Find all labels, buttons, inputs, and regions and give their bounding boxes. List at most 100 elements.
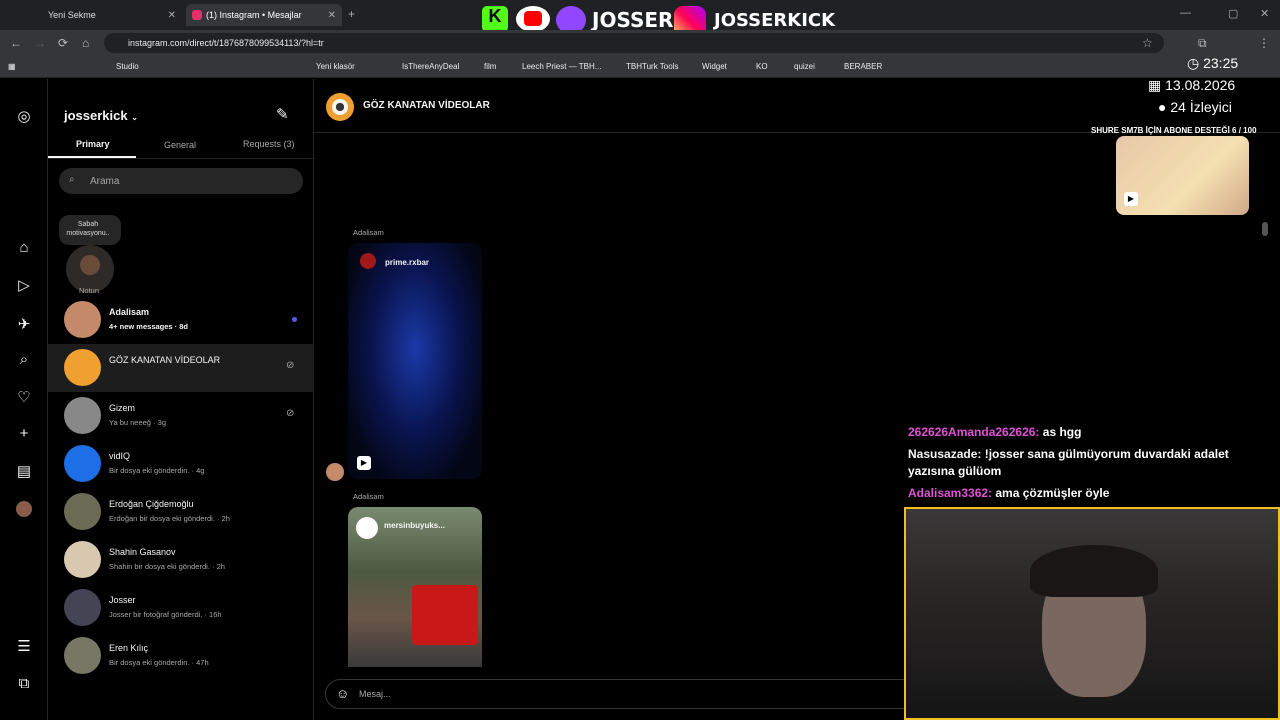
chevron-down-icon: ⌄ [131, 113, 138, 122]
messages-icon[interactable]: ✈ [14, 315, 34, 335]
reel-icon: ▶ [1124, 192, 1138, 206]
account-switcher[interactable]: josserkick ⌄ [64, 108, 138, 123]
tab-instagram[interactable]: (1) Instagram • Mesajlar ✕ [186, 4, 342, 26]
avatar [64, 445, 101, 482]
stream-brand-2: JOSSERKICK [714, 10, 836, 31]
search-input[interactable]: ⌕ Arama [59, 168, 303, 194]
bookmark-folder[interactable]: Yeni klasör [316, 62, 355, 71]
reel-account: prime.rxbar [385, 258, 430, 267]
account-avatar [360, 253, 376, 269]
conversation-row[interactable]: Eren Kılıç Bir dosya eki gönderdin. · 47h [48, 632, 314, 680]
tab-primary[interactable]: Primary [76, 139, 110, 149]
close-window-icon[interactable]: ✕ [1260, 7, 1269, 20]
dashboard-icon[interactable]: ▤ [14, 462, 34, 482]
bookmark-leech[interactable]: Leech Priest — TBH... [522, 62, 601, 71]
streamer-hair [1030, 545, 1158, 597]
threads-icon[interactable]: ⧉ [14, 675, 34, 695]
bookmarks-bar: ▦ Studio Yeni klasör IsThereAnyDeal film… [0, 56, 1280, 78]
message-input[interactable]: ☺ Mesaj... [325, 679, 925, 709]
chat-text: as hgg [1039, 425, 1082, 439]
instagram-logo-icon[interactable]: ◎ [14, 107, 34, 127]
note-text: Sabah motivasyonu.. [66, 221, 110, 237]
viewer-count: ● 24 İzleyici [1158, 99, 1232, 115]
bookmark-ko[interactable]: KO [756, 62, 768, 71]
shared-reel-1[interactable]: prime.rxbar ▶ [348, 243, 482, 479]
home-icon[interactable]: ⌂ [14, 239, 34, 259]
unread-dot [292, 317, 297, 322]
close-icon[interactable]: ✕ [168, 10, 176, 21]
conversation-preview: Shahin bir dosya eki gönderdi. · 2h [109, 562, 225, 571]
more-icon[interactable]: ☰ [14, 637, 34, 657]
bookmark-studio[interactable]: Studio [116, 62, 139, 71]
tab-requests[interactable]: Requests (3) [243, 139, 295, 149]
emoji-icon[interactable]: ☺ [336, 686, 349, 701]
kick-icon: K [482, 6, 508, 32]
clock-icon: ◷ [1187, 55, 1200, 71]
conversation-row[interactable]: Shahin Gasanov Shahin bir dosya eki gönde… [48, 536, 314, 584]
minimize-icon[interactable]: — [1180, 7, 1191, 19]
sender-avatar [326, 463, 344, 481]
url-field[interactable]: instagram.com/direct/t/1876878099534113/… [104, 33, 1164, 53]
bookmark-tbh[interactable]: TBHTurk Tools [626, 62, 678, 71]
reel-account: mersinbuyuks... [384, 521, 445, 530]
clock: ◷ 23:25 [1187, 55, 1238, 72]
avatar [64, 301, 101, 338]
conversation-row[interactable]: Josser Josser bir fotoğraf gönderdi. · 16… [48, 584, 314, 632]
bookmark-beraber[interactable]: BERABER [844, 62, 882, 71]
menu-icon[interactable]: ⋮ [1258, 36, 1270, 50]
shared-reel-2[interactable]: mersinbuyuks... [348, 507, 482, 667]
search-icon[interactable]: ⌕ [14, 351, 34, 371]
chat-title[interactable]: GÖZ KANATAN VİDEOLAR [363, 100, 490, 111]
back-icon[interactable]: ← [10, 36, 22, 50]
viewer-count-text: 24 İzleyici [1170, 99, 1232, 115]
bookmark-isthereanydeal[interactable]: IsThereAnyDeal [402, 62, 459, 71]
group-avatar[interactable] [326, 93, 354, 121]
conversation-preview: 4+ new messages · 8d [109, 322, 188, 331]
bookmark-quizei[interactable]: quizei [794, 62, 815, 71]
tab-general[interactable]: General [164, 140, 196, 150]
nav-rail: ◎ ⌂ ▷ ✈ ⌕ ♡ + ▤ ☰ ⧉ [0, 79, 48, 720]
conversation-preview: Bir dosya eki gönderdin. · 4g [109, 466, 205, 475]
star-icon[interactable]: ☆ [1142, 36, 1153, 50]
note-label: Notun [79, 286, 100, 295]
search-placeholder: Arama [90, 176, 120, 187]
conversation-row[interactable]: Adalisam 4+ new messages · 8d [48, 296, 314, 344]
instagram-icon [192, 10, 202, 20]
profile-avatar[interactable] [14, 499, 34, 519]
avatar [64, 541, 101, 578]
conversation-name: Josser [109, 595, 136, 605]
conversation-name: Eren Kılıç [109, 643, 149, 653]
home-icon[interactable]: ⌂ [82, 36, 89, 50]
bookmark-film[interactable]: film [484, 62, 496, 71]
extensions-icon[interactable]: ⧉ [1198, 36, 1207, 51]
apps-icon[interactable]: ▦ [8, 62, 16, 71]
tab-new[interactable]: Yeni Sekme ✕ [22, 4, 182, 26]
scrollbar-thumb[interactable] [1262, 222, 1268, 236]
conversation-row[interactable]: Gizem Ya bu neeeğ · 3g ⊘ [48, 392, 314, 440]
fire-truck-image [412, 585, 478, 645]
muted-icon: ⊘ [286, 408, 295, 419]
compose-icon[interactable]: ✎ [276, 105, 289, 123]
bookmark-widget[interactable]: Widget [702, 62, 727, 71]
conversation-row[interactable]: GÖZ KANATAN VİDEOLAR ⊘ [48, 344, 314, 392]
reels-icon[interactable]: ▷ [14, 276, 34, 296]
conversation-row[interactable]: vidIQ Bir dosya eki gönderdin. · 4g [48, 440, 314, 488]
new-tab-icon[interactable]: + [348, 7, 355, 21]
username: josserkick [64, 108, 128, 123]
webcam-overlay [904, 507, 1280, 720]
forward-icon[interactable]: → [34, 36, 46, 50]
note-bubble[interactable]: Sabah motivasyonu.. [59, 215, 121, 245]
message-sender: Adalisam [353, 492, 384, 501]
conversation-row[interactable]: Erdoğan Çiğdemoğlu Erdoğan bir dosya eki … [48, 488, 314, 536]
chat-message: 262626Amanda262626: as hgg [908, 424, 1248, 441]
conversation-panel: josserkick ⌄ ✎ Primary General Requests … [48, 79, 314, 720]
composer-placeholder: Mesaj... [359, 689, 391, 699]
reload-icon[interactable]: ⟳ [58, 36, 68, 50]
stream-chat: 262626Amanda262626: as hgg Nasusazade: !j… [908, 424, 1280, 507]
conversation-preview: Ya bu neeeğ · 3g [109, 418, 166, 427]
maximize-icon[interactable]: ▢ [1228, 7, 1238, 20]
message-sender: Adalisam [353, 228, 384, 237]
notifications-icon[interactable]: ♡ [14, 388, 34, 408]
close-icon[interactable]: ✕ [328, 10, 336, 21]
create-icon[interactable]: + [14, 425, 34, 445]
